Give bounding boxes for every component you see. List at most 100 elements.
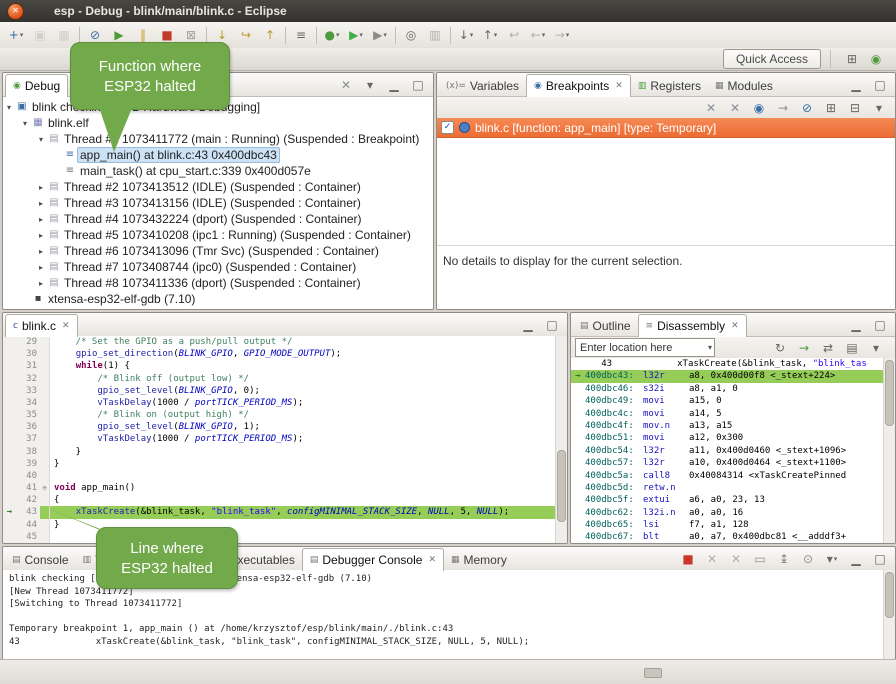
code-text[interactable] xyxy=(50,470,567,482)
view-menu-icon[interactable]: ▾ xyxy=(864,338,888,358)
go-to-file-icon[interactable]: → xyxy=(771,98,795,118)
disassembly-row[interactable]: 400dbc62:l32i.na0, a0, 16 xyxy=(571,507,895,519)
remove-all-terminated-icon[interactable]: ✕ xyxy=(334,75,358,95)
back-icon[interactable]: ←▾ xyxy=(526,25,550,45)
code-text[interactable]: vTaskDelay(1000 / portTICK_PERIOD_MS); xyxy=(50,397,567,409)
minimize-icon[interactable]: ▁ xyxy=(844,315,868,335)
code-line[interactable]: 39} xyxy=(3,458,567,470)
code-line[interactable]: 41⊖void app_main() xyxy=(3,482,567,494)
disassembly-row[interactable]: 400dbc46:s32ia8, a1, 0 xyxy=(571,383,895,395)
debug-tree-row[interactable]: ▸▤Thread #8 1073411336 (dport) (Suspende… xyxy=(3,275,433,291)
tab-blink-c[interactable]: cblink.c✕ xyxy=(5,314,78,337)
disassembly-row[interactable]: 400dbc54:l32ra11, 0x400d0460 <_stext+109… xyxy=(571,445,895,457)
display-console-icon[interactable]: ▾▾ xyxy=(820,549,844,569)
annotation-ruler[interactable] xyxy=(3,336,16,348)
maximize-icon[interactable]: □ xyxy=(868,549,892,569)
code-line[interactable]: 36 gpio_set_level(BLINK_GPIO, 1); xyxy=(3,421,567,433)
debug-tree-row[interactable]: ≡app_main() at blink.c:43 0x400dbc43 xyxy=(3,147,433,163)
annotation-ruler[interactable] xyxy=(3,348,16,360)
code-line[interactable]: 31 while(1) { xyxy=(3,360,567,372)
code-line[interactable]: 38 } xyxy=(3,446,567,458)
annotation-ruler[interactable] xyxy=(3,446,16,458)
expander-icon[interactable]: ▸ xyxy=(35,263,47,272)
expander-icon[interactable]: ▸ xyxy=(35,199,47,208)
sync-icon[interactable]: ⇄ xyxy=(816,338,840,358)
tab-debug[interactable]: ◉Debug xyxy=(5,74,68,97)
close-tab-icon[interactable]: ✕ xyxy=(428,555,436,565)
sash-grip[interactable] xyxy=(644,668,662,678)
debug-tree-row[interactable]: ▪xtensa-esp32-elf-gdb (7.10) xyxy=(3,291,433,307)
annotation-ruler[interactable] xyxy=(3,421,16,433)
remove-all-launches-icon[interactable]: ✕ xyxy=(724,549,748,569)
annotation-ruler[interactable] xyxy=(3,409,16,421)
expander-icon[interactable]: ▾ xyxy=(19,119,31,128)
tab-outline[interactable]: ▤Outline xyxy=(573,316,638,336)
tab-console[interactable]: ▤Console xyxy=(5,550,76,570)
expander-icon[interactable]: ▸ xyxy=(35,215,47,224)
code-text[interactable]: } xyxy=(50,458,567,470)
disassembly-row[interactable]: 400dbc4c:movia14, 5 xyxy=(571,408,895,420)
code-line[interactable]: 33 gpio_set_level(BLINK_GPIO, 0); xyxy=(3,385,567,397)
go-to-pc-icon[interactable]: → xyxy=(792,338,816,358)
disassembly-listing[interactable]: 43 xTaskCreate(&blink_task, "blink_tas→4… xyxy=(571,358,895,543)
disassembly-row[interactable]: 400dbc49:movia15, 0 xyxy=(571,395,895,407)
annotation-ruler[interactable] xyxy=(3,385,16,397)
show-source-icon[interactable]: ▤ xyxy=(840,338,864,358)
debug-bug-icon[interactable]: ●▾ xyxy=(320,25,344,45)
scrollbar-thumb[interactable] xyxy=(885,360,894,426)
annotation-ruler[interactable] xyxy=(3,494,16,506)
annotation-ruler[interactable] xyxy=(3,458,16,470)
debug-tree-row[interactable]: ▾▦blink.elf xyxy=(3,115,433,131)
code-text[interactable]: gpio_set_level(BLINK_GPIO, 0); xyxy=(50,385,567,397)
code-text[interactable]: while(1) { xyxy=(50,360,567,372)
console-scrollbar[interactable] xyxy=(883,570,895,659)
annotation-ruler[interactable] xyxy=(3,519,16,531)
close-tab-icon[interactable]: ✕ xyxy=(615,81,623,91)
run-icon[interactable]: ▶▾ xyxy=(344,25,368,45)
disassembly-row[interactable]: 400dbc5a:call80x40084314 <xTaskCreatePin… xyxy=(571,470,895,482)
save-icon[interactable]: ▣ xyxy=(28,25,52,45)
code-line[interactable]: 35 /* Blink on (output high) */ xyxy=(3,409,567,421)
tab-breakpoints[interactable]: ◉Breakpoints✕ xyxy=(526,74,631,97)
code-text[interactable]: /* Set the GPIO as a push/pull output */ xyxy=(50,336,567,348)
annotation-ruler[interactable] xyxy=(3,360,16,372)
view-menu-icon[interactable]: ▾ xyxy=(867,98,891,118)
code-line[interactable]: 37 vTaskDelay(1000 / portTICK_PERIOD_MS)… xyxy=(3,433,567,445)
step-over-icon[interactable]: ↪ xyxy=(234,25,258,45)
close-tab-icon[interactable]: ✕ xyxy=(731,321,739,331)
disassembly-row[interactable]: 400dbc4f:mov.na13, a15 xyxy=(571,420,895,432)
save-all-icon[interactable]: ▦ xyxy=(52,25,76,45)
fold-collapse-icon[interactable]: ⊖ xyxy=(40,482,50,494)
tab-disassembly[interactable]: ≡Disassembly✕ xyxy=(638,314,747,337)
debug-tree-row[interactable]: ▸▤Thread #3 1073413156 (IDLE) (Suspended… xyxy=(3,195,433,211)
tab-variables[interactable]: (x)=Variables xyxy=(439,76,526,96)
expander-icon[interactable]: ▸ xyxy=(35,183,47,192)
new-wizard-icon[interactable]: +▾ xyxy=(4,25,28,45)
code-text[interactable]: vTaskDelay(1000 / portTICK_PERIOD_MS); xyxy=(50,433,567,445)
breakpoint-checkbox[interactable]: ✓ xyxy=(441,121,454,134)
code-text[interactable]: gpio_set_direction(BLINK_GPIO, GPIO_MODE… xyxy=(50,348,567,360)
terminate-console-icon[interactable]: ■ xyxy=(676,549,700,569)
code-text[interactable]: /* Blink off (output low) */ xyxy=(50,373,567,385)
minimize-icon[interactable]: ▁ xyxy=(844,75,868,95)
scrollbar-thumb[interactable] xyxy=(557,450,566,522)
location-combo[interactable]: Enter location here ▾ xyxy=(575,338,715,357)
minimize-icon[interactable]: ▁ xyxy=(844,549,868,569)
previous-annotation-icon[interactable]: ↑▾ xyxy=(478,25,502,45)
maximize-icon[interactable]: □ xyxy=(868,75,892,95)
code-line[interactable]: 30 gpio_set_direction(BLINK_GPIO, GPIO_M… xyxy=(3,348,567,360)
mark-occurrences-icon[interactable]: ▥ xyxy=(423,25,447,45)
disassembly-scrollbar[interactable] xyxy=(883,358,895,543)
combo-dropdown-icon[interactable]: ▾ xyxy=(708,343,712,352)
annotation-ruler[interactable] xyxy=(3,482,16,494)
breakpoint-row[interactable]: ✓ blink.c [function: app_main] [type: Te… xyxy=(437,118,895,138)
disassembly-row[interactable]: 400dbc57:l32ra10, 0x400d0464 <_stext+110… xyxy=(571,457,895,469)
code-line[interactable]: 34 vTaskDelay(1000 / portTICK_PERIOD_MS)… xyxy=(3,397,567,409)
remove-all-breakpoints-icon[interactable]: ✕ xyxy=(723,98,747,118)
disassembly-row[interactable]: 400dbc5f:extuia6, a0, 23, 13 xyxy=(571,494,895,506)
close-tab-icon[interactable]: ✕ xyxy=(62,321,70,331)
location-input[interactable]: Enter location here xyxy=(580,342,692,354)
last-edit-icon[interactable]: ↩ xyxy=(502,25,526,45)
external-tools-icon[interactable]: ▶▾ xyxy=(368,25,392,45)
tab-modules[interactable]: ▦Modules xyxy=(708,76,780,96)
